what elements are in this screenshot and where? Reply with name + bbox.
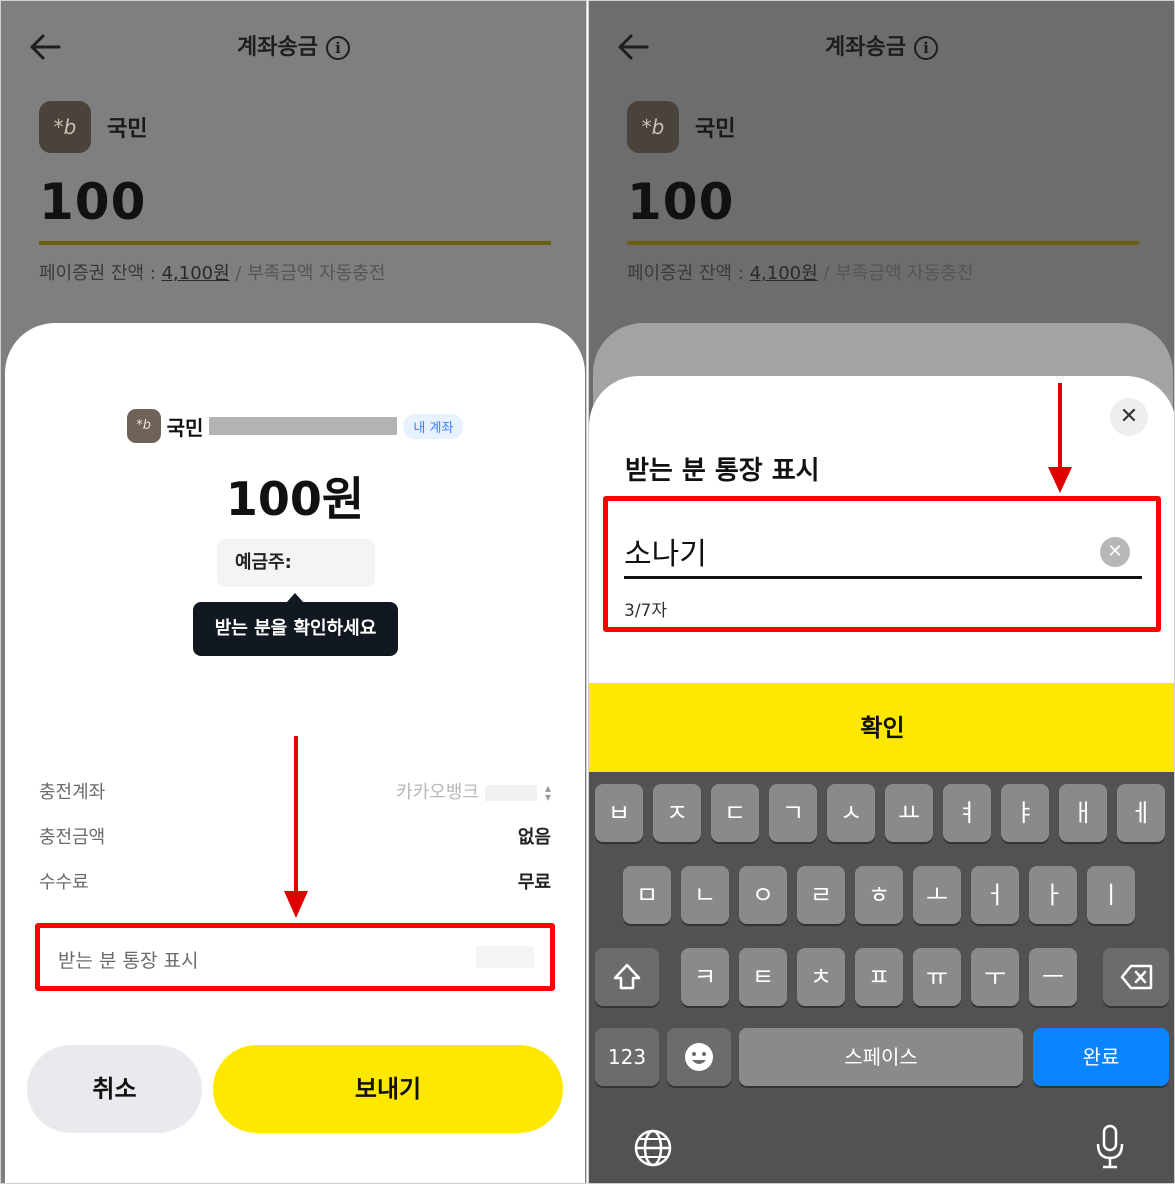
balance-label: 페이증권 잔액 : <box>627 263 750 284</box>
key[interactable]: ㅏ <box>1029 866 1077 924</box>
kb-bank-logo-icon: *b <box>39 101 91 153</box>
amount-underline <box>39 241 551 245</box>
microphone-icon[interactable] <box>1095 1124 1125 1170</box>
key[interactable]: ㅎ <box>855 866 903 924</box>
key[interactable]: ㅈ <box>653 784 701 842</box>
input-underline <box>624 576 1142 579</box>
key[interactable]: ㅍ <box>855 948 903 1006</box>
detail-value: 무료 <box>517 872 551 893</box>
key[interactable]: ㅅ <box>827 784 875 842</box>
bank-name: 국민 <box>107 117 148 142</box>
transfer-amount: 100원 <box>225 472 365 526</box>
recipient-header: *b 국민 내 계좌 <box>5 409 585 443</box>
korean-keyboard: ㅂ ㅈ ㄷ ㄱ ㅅ ㅛ ㅕ ㅑ ㅐ ㅔ ㅁ ㄴ ㅇ ㄹ ㅎ ㅗ ㅓ ㅏ ㅣ ㅋ … <box>589 772 1174 1183</box>
send-button[interactable]: 보내기 <box>213 1045 563 1133</box>
key[interactable]: ㅣ <box>1087 866 1135 924</box>
numbers-key[interactable]: 123 <box>595 1028 659 1086</box>
key[interactable]: ㅊ <box>797 948 845 1006</box>
clear-input-icon[interactable]: ✕ <box>1100 537 1130 567</box>
emoji-key[interactable] <box>667 1028 731 1086</box>
sheet-title: 받는 분 통장 표시 <box>625 456 820 486</box>
character-count: 3/7자 <box>624 601 667 621</box>
shift-icon <box>613 963 641 990</box>
close-icon[interactable]: ✕ <box>1110 398 1148 436</box>
amount-underline <box>627 241 1139 245</box>
key[interactable]: ㅠ <box>913 948 961 1006</box>
balance-value[interactable]: 4,100원 <box>162 263 230 284</box>
page-title: 계좌송금 i <box>589 29 1174 61</box>
detail-label: 충전금액 <box>39 827 106 848</box>
amount-input[interactable]: 100 <box>39 173 146 231</box>
detail-value[interactable]: 카카오뱅크 ▴ ▾ <box>396 778 551 804</box>
page-title-text: 계좌송금 <box>825 35 906 60</box>
top-bar: 계좌송금 i <box>1 1 586 91</box>
detail-label: 수수료 <box>39 872 89 893</box>
detail-label: 충전계좌 <box>39 782 106 803</box>
cancel-button[interactable]: 취소 <box>27 1045 202 1133</box>
account-holder-box: 예금주: <box>217 539 375 587</box>
key[interactable]: ㅡ <box>1029 948 1077 1006</box>
balance-line: 페이증권 잔액 : 4,100원 / 부족금액 자동충전 <box>627 259 973 285</box>
done-key[interactable]: 완료 <box>1033 1028 1169 1086</box>
masked-account <box>484 785 537 801</box>
detail-value: 없음 <box>517 827 551 848</box>
recipient-bank: 국민 <box>166 415 204 440</box>
page-title: 계좌송금 i <box>1 29 586 61</box>
shift-key[interactable] <box>595 948 659 1006</box>
balance-line: 페이증권 잔액 : 4,100원 / 부족금액 자동충전 <box>39 259 385 285</box>
top-bar: 계좌송금 i <box>589 1 1174 91</box>
key[interactable]: ㅗ <box>913 866 961 924</box>
display-field-value <box>476 946 534 968</box>
key[interactable]: ㄴ <box>681 866 729 924</box>
confirm-recipient-tooltip: 받는 분을 확인하세요 <box>193 593 398 656</box>
key[interactable]: ㅕ <box>943 784 991 842</box>
key[interactable]: ㄷ <box>711 784 759 842</box>
key[interactable]: ㄹ <box>797 866 845 924</box>
key[interactable]: ㅔ <box>1117 784 1165 842</box>
left-screenshot: 계좌송금 i *b 국민 100 페이증권 잔액 : 4,100원 / 부족금액 … <box>0 0 587 1184</box>
right-screenshot: 계좌송금 i *b 국민 100 페이증권 잔액 : 4,100원 / 부족금액 … <box>588 0 1175 1184</box>
key[interactable]: ㅑ <box>1001 784 1049 842</box>
red-arrow-down-icon <box>284 736 308 918</box>
info-icon[interactable]: i <box>913 36 938 60</box>
chevron-up-down-icon[interactable]: ▴ ▾ <box>545 782 551 803</box>
kb-bank-logo-icon: *b <box>126 409 161 443</box>
amount-input[interactable]: 100 <box>627 173 734 231</box>
auto-charge-text: / 부족금액 자동충전 <box>817 263 974 284</box>
key[interactable]: ㅓ <box>971 866 1019 924</box>
key[interactable]: ㄱ <box>769 784 817 842</box>
auto-charge-text: / 부족금액 자동충전 <box>229 263 386 284</box>
display-field-label: 받는 분 통장 표시 <box>58 950 199 972</box>
key[interactable]: ㅛ <box>885 784 933 842</box>
kb-bank-logo-icon: *b <box>627 101 679 153</box>
key[interactable]: ㅂ <box>595 784 643 842</box>
charge-account-value: 카카오뱅크 <box>396 782 479 803</box>
backspace-icon <box>1120 964 1153 990</box>
recipient-display-field[interactable]: 받는 분 통장 표시 <box>35 923 555 991</box>
key[interactable]: ㅜ <box>971 948 1019 1006</box>
bank-name: 국민 <box>695 117 736 142</box>
balance-value[interactable]: 4,100원 <box>750 263 818 284</box>
info-icon[interactable]: i <box>325 36 350 60</box>
masked-account-number <box>209 417 398 435</box>
recipient-display-input-group: 소나기 ✕ 3/7자 <box>603 496 1161 632</box>
key[interactable]: ㅁ <box>623 866 671 924</box>
globe-icon[interactable] <box>633 1128 673 1168</box>
backspace-key[interactable] <box>1103 948 1169 1006</box>
my-account-badge: 내 계좌 <box>403 413 464 439</box>
emoji-icon <box>685 1043 713 1071</box>
page-title-text: 계좌송금 <box>237 35 318 60</box>
key[interactable]: ㅐ <box>1059 784 1107 842</box>
confirm-button[interactable]: 확인 <box>589 683 1174 773</box>
space-key[interactable]: 스페이스 <box>739 1028 1023 1086</box>
balance-label: 페이증권 잔액 : <box>39 263 162 284</box>
red-arrow-down-icon <box>1048 383 1072 493</box>
key[interactable]: ㅌ <box>739 948 787 1006</box>
key[interactable]: ㅇ <box>739 866 787 924</box>
recipient-display-input[interactable]: 소나기 <box>624 529 707 573</box>
key[interactable]: ㅋ <box>681 948 729 1006</box>
